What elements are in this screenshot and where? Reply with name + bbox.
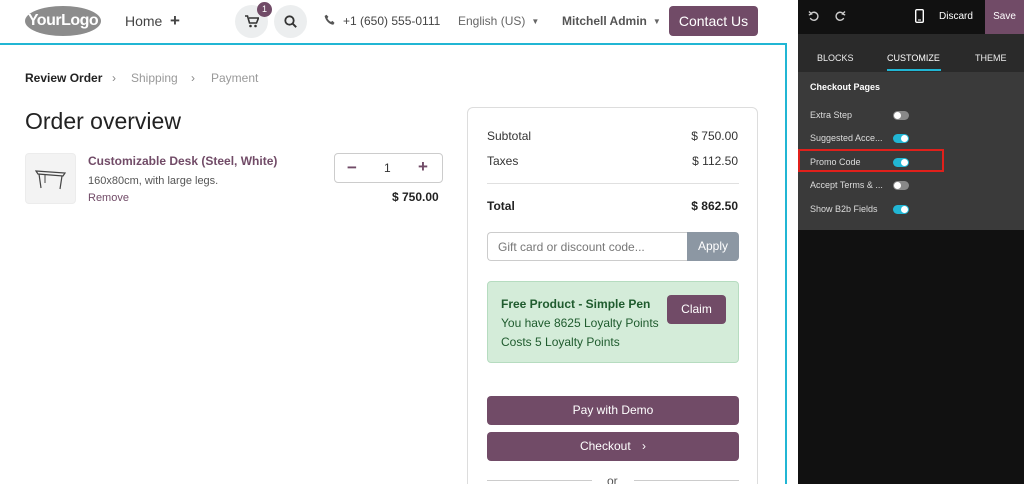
- or-divider-left: [487, 480, 592, 481]
- redo-icon[interactable]: [834, 10, 846, 22]
- toggle-knob: [894, 182, 901, 189]
- toggle-knob: [894, 112, 901, 119]
- product-image[interactable]: [25, 153, 76, 204]
- header-divider: [0, 43, 787, 45]
- user-menu[interactable]: Mitchell Admin ▼: [562, 14, 661, 28]
- breadcrumb-shipping: Shipping: [131, 71, 178, 85]
- user-name: Mitchell Admin: [562, 14, 647, 28]
- show-b2b-fields-toggle[interactable]: [893, 205, 909, 214]
- apply-button[interactable]: Apply: [687, 232, 739, 261]
- preview-frame-edge: [785, 43, 787, 484]
- checkout-pages-section: Checkout Pages Extra Step Suggested Acce…: [798, 72, 1024, 230]
- order-summary-card: Subtotal $ 750.00 Taxes $ 112.50 Total $…: [467, 107, 758, 484]
- product-name-link[interactable]: Customizable Desk (Steel, White): [88, 154, 277, 168]
- suggested-accessories-toggle[interactable]: [893, 134, 909, 143]
- reward-points-balance: You have 8625 Loyalty Points: [501, 316, 659, 330]
- page-title: Order overview: [25, 108, 181, 134]
- toggle-knob: [901, 206, 908, 213]
- or-label: or: [607, 474, 618, 484]
- reward-alert: Free Product - Simple Pen You have 8625 …: [487, 281, 739, 363]
- total-value: $ 862.50: [691, 199, 738, 213]
- accept-terms-toggle[interactable]: [893, 181, 909, 190]
- taxes-value: $ 112.50: [692, 154, 738, 168]
- checkout-label: Checkout: [579, 439, 631, 453]
- editor-panel: Discard Save BLOCKS CUSTOMIZE THEME Chec…: [798, 0, 1024, 484]
- desk-icon: [35, 170, 67, 190]
- save-button[interactable]: Save: [985, 0, 1024, 34]
- option-accept-terms-label: Accept Terms & ...: [810, 180, 883, 190]
- extra-step-toggle[interactable]: [893, 111, 909, 120]
- add-menu-icon[interactable]: +: [170, 11, 180, 31]
- nav-home-link[interactable]: Home: [125, 13, 162, 29]
- chevron-down-icon: ▼: [652, 17, 661, 27]
- editor-toolbar: Discard Save: [798, 0, 1024, 34]
- option-suggested-accessories-label: Suggested Acce...: [810, 133, 883, 143]
- taxes-label: Taxes: [487, 154, 519, 168]
- line-price: $ 750.00: [392, 190, 439, 204]
- product-description: 160x80cm, with large legs.: [88, 175, 219, 187]
- section-title: Checkout Pages: [810, 82, 881, 92]
- checkout-button[interactable]: Checkout ›: [487, 432, 739, 461]
- breadcrumb-review-order: Review Order: [25, 71, 103, 85]
- phone-number[interactable]: +1 (650) 555-0111: [343, 14, 440, 28]
- promo-code-input[interactable]: [487, 232, 687, 261]
- discard-button[interactable]: Discard: [939, 11, 973, 22]
- chevron-right-icon: ›: [191, 71, 195, 85]
- search-icon: [284, 15, 297, 28]
- tab-blocks[interactable]: BLOCKS: [817, 53, 854, 63]
- subtotal-value: $ 750.00: [691, 129, 738, 143]
- cart-icon: [245, 15, 259, 28]
- tab-customize[interactable]: CUSTOMIZE: [887, 53, 940, 63]
- promo-code-highlight: [798, 149, 944, 172]
- mobile-preview-icon[interactable]: [915, 9, 924, 23]
- claim-button[interactable]: Claim: [667, 295, 726, 324]
- reward-points-cost: Costs 5 Loyalty Points: [501, 335, 620, 349]
- language-label: English (US): [458, 14, 526, 28]
- plus-icon[interactable]: +: [418, 157, 428, 177]
- phone-icon: [324, 14, 335, 25]
- active-tab-indicator: [887, 69, 941, 71]
- editor-tabs: BLOCKS CUSTOMIZE THEME: [798, 34, 1024, 72]
- language-selector[interactable]: English (US) ▼: [458, 14, 539, 28]
- chevron-down-icon: ▼: [531, 17, 540, 27]
- breadcrumb-payment: Payment: [211, 71, 259, 85]
- site-logo[interactable]: YourLogo: [25, 6, 101, 36]
- quantity-stepper: − 1 +: [334, 153, 443, 183]
- chevron-right-icon: ›: [642, 439, 647, 453]
- or-divider-right: [634, 480, 739, 481]
- subtotal-label: Subtotal: [487, 129, 532, 143]
- cart-count-badge: 1: [257, 2, 272, 17]
- pay-with-demo-button[interactable]: Pay with Demo: [487, 396, 739, 425]
- contact-us-button[interactable]: Contact Us: [669, 6, 758, 36]
- editor-empty-area: [798, 230, 1024, 484]
- quantity-value[interactable]: 1: [384, 161, 391, 175]
- undo-icon[interactable]: [808, 10, 820, 22]
- minus-icon[interactable]: −: [347, 158, 357, 178]
- option-show-b2b-fields-label: Show B2b Fields: [810, 204, 878, 214]
- app-root: YourLogo Home + 1 +1 (650) 555-0111 Engl…: [0, 0, 1024, 484]
- chevron-right-icon: ›: [112, 71, 116, 85]
- summary-divider: [487, 183, 739, 184]
- website-preview: YourLogo Home + 1 +1 (650) 555-0111 Engl…: [0, 0, 798, 484]
- remove-link[interactable]: Remove: [88, 192, 129, 204]
- toggle-knob: [901, 135, 908, 142]
- total-label: Total: [487, 199, 515, 213]
- option-extra-step-label: Extra Step: [810, 110, 853, 120]
- site-header: YourLogo Home + 1 +1 (650) 555-0111 Engl…: [0, 0, 798, 44]
- reward-title: Free Product - Simple Pen: [501, 297, 651, 311]
- search-button[interactable]: [274, 5, 307, 38]
- tab-theme[interactable]: THEME: [975, 53, 1007, 63]
